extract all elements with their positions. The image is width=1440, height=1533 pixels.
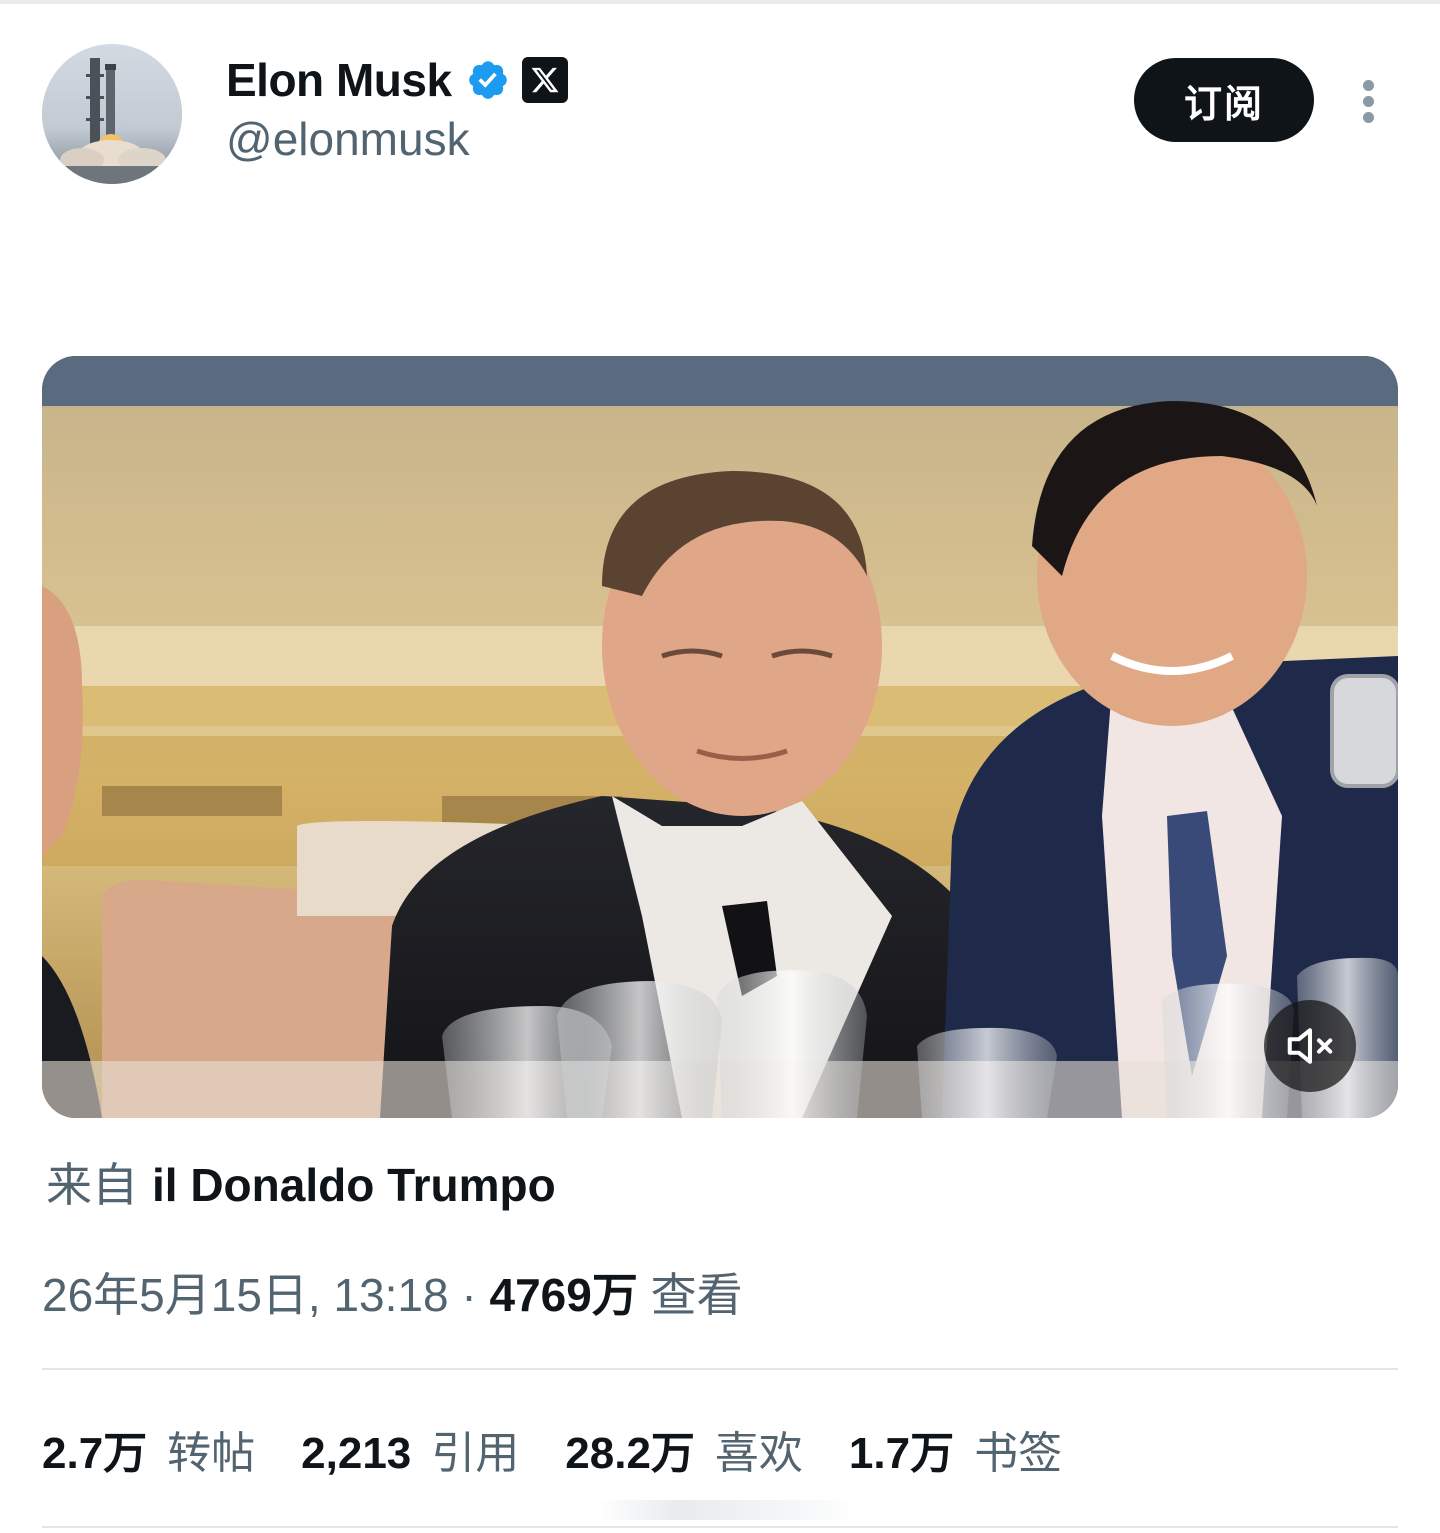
author-name-row: Elon Musk [226, 52, 568, 108]
quotes-label: 引用 [431, 1429, 520, 1478]
top-border [0, 0, 1440, 4]
quotes-count: 2,213 [301, 1429, 412, 1478]
rocket-launch-avatar [42, 44, 182, 184]
source-prefix: 来自 [46, 1159, 138, 1211]
more-vertical-icon[interactable] [1354, 76, 1384, 126]
mute-toggle-button[interactable] [1264, 1000, 1356, 1092]
likes-label: 喜欢 [714, 1429, 803, 1478]
video-frame-image [42, 356, 1398, 1118]
volume-muted-icon [1287, 1028, 1333, 1064]
quotes-stat[interactable]: 2,213 引用 [301, 1417, 519, 1481]
bookmarks-stat[interactable]: 1.7万 书签 [849, 1417, 1062, 1481]
source-account-link[interactable]: il Donaldo Trumpo [152, 1159, 556, 1211]
verified-badge-icon[interactable] [466, 58, 510, 102]
subscribe-button[interactable]: 订阅 [1134, 58, 1314, 142]
reposts-label: 转帖 [167, 1429, 256, 1478]
engagement-stats: 2.7万 转帖 2,213 引用 28.2万 喜欢 1.7万 书签 [42, 1414, 1108, 1484]
x-affiliation-badge[interactable] [521, 57, 568, 103]
bookmarks-label: 书签 [974, 1429, 1063, 1478]
post-meta: 26年5月15日, 13:18 · 4769万 查看 [42, 1260, 743, 1330]
video-source-line: 来自 il Donaldo Trumpo [46, 1150, 556, 1220]
author-avatar[interactable] [42, 44, 182, 184]
x-logo-icon [531, 67, 559, 93]
likes-count: 28.2万 [565, 1429, 695, 1478]
author-display-name[interactable]: Elon Musk [226, 53, 452, 107]
reposts-count: 2.7万 [42, 1429, 148, 1478]
views-label: 查看 [650, 1269, 743, 1321]
divider [42, 1368, 1398, 1370]
divider [42, 1526, 1398, 1528]
video-player[interactable] [42, 356, 1398, 1118]
author-handle[interactable]: @elonmusk [226, 112, 470, 166]
meta-separator: · [461, 1269, 477, 1321]
views-count: 4769万 [489, 1269, 638, 1321]
reposts-stat[interactable]: 2.7万 转帖 [42, 1417, 255, 1481]
post-timestamp[interactable]: 26年5月15日, 13:18 [42, 1269, 449, 1321]
horizontal-scroll-indicator[interactable] [598, 1500, 860, 1520]
likes-stat[interactable]: 28.2万 喜欢 [565, 1417, 803, 1481]
bookmarks-count: 1.7万 [848, 1429, 955, 1478]
